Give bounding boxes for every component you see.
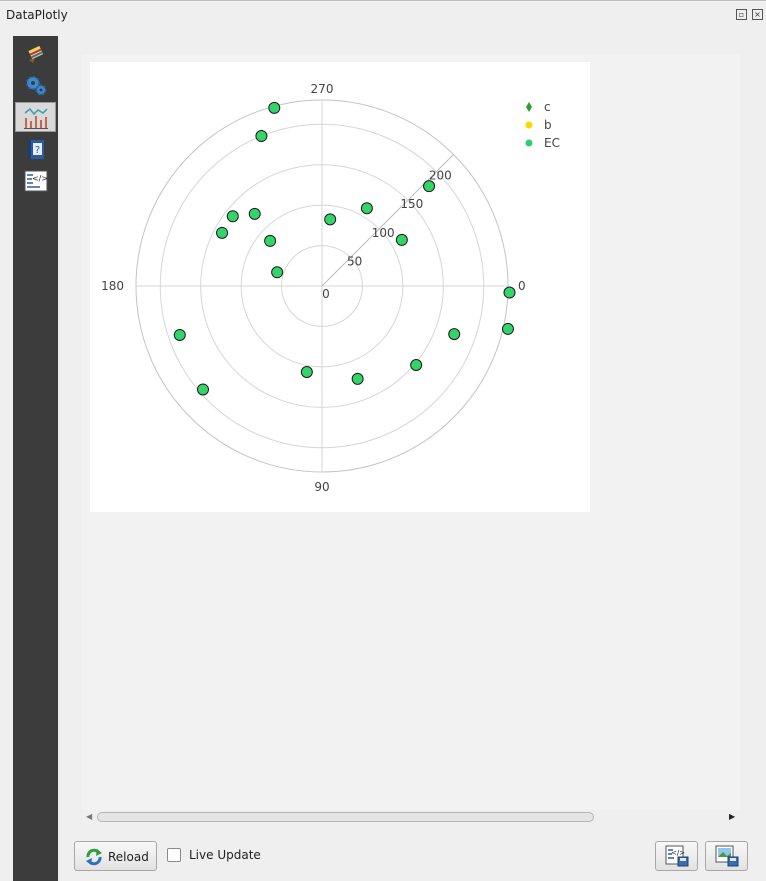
data-point <box>216 226 229 239</box>
sidebar-item-code[interactable]: </> <box>15 166 56 196</box>
polar-chart-svg: 0 270 180 90 0 50 100 150 200 cb EC <box>101 82 560 494</box>
paint-brush-icon <box>27 45 43 63</box>
gears-icon <box>25 76 46 96</box>
save-image-button[interactable] <box>705 841 748 871</box>
scrollbar-thumb[interactable] <box>97 812 594 822</box>
radial-tick-label: 150 <box>400 197 423 211</box>
code-icon: </> <box>24 170 48 192</box>
sidebar-item-properties[interactable] <box>15 38 56 68</box>
legend-label: EC <box>544 136 560 150</box>
data-point <box>264 234 277 247</box>
data-point <box>324 213 337 226</box>
data-point <box>351 372 364 385</box>
window-title: DataPlotly <box>6 8 68 22</box>
data-point <box>173 328 186 341</box>
radial-tick-label: 0 <box>322 287 330 301</box>
data-point <box>196 383 209 396</box>
reload-icon <box>86 848 102 866</box>
save-html-icon: </> <box>665 845 688 867</box>
data-point <box>395 233 408 246</box>
live-update-label[interactable]: Live Update <box>189 848 261 862</box>
help-book-icon: ? <box>27 140 44 159</box>
data-point <box>410 359 423 372</box>
legend-marker <box>526 102 532 112</box>
radial-tick-label: 50 <box>347 254 362 268</box>
title-bar: DataPlotly ▫ × <box>0 0 766 28</box>
save-image-icon <box>715 845 738 867</box>
close-icon[interactable]: × <box>752 9 763 20</box>
radial-tick-label: 100 <box>372 226 395 240</box>
angular-tick-label: 180 <box>101 279 124 293</box>
angular-tick-label: 270 <box>311 82 334 96</box>
reload-label: Reload <box>108 850 149 864</box>
svg-text:</>: </> <box>31 174 47 183</box>
scroll-left-icon[interactable]: ◀ <box>86 812 92 821</box>
data-point <box>503 286 516 299</box>
data-point <box>226 210 239 223</box>
svg-text:?: ? <box>34 145 39 156</box>
data-point <box>300 366 313 379</box>
legend-label: b <box>544 118 552 132</box>
data-point <box>360 202 373 215</box>
plot-icon <box>23 107 48 129</box>
legend-marker <box>525 121 533 129</box>
angular-tick-label: 0 <box>518 279 526 293</box>
legend-marker <box>525 139 533 147</box>
data-point <box>448 328 461 341</box>
sidebar: ? </> <box>13 36 58 881</box>
data-point <box>271 266 284 279</box>
horizontal-scrollbar[interactable]: ◀ ▶ <box>82 810 740 824</box>
save-html-button[interactable]: </> <box>655 841 698 871</box>
svg-text:</>: </> <box>670 849 684 857</box>
reload-button[interactable]: Reload <box>74 841 157 871</box>
legend-label: c <box>544 100 551 114</box>
scroll-right-icon[interactable]: ▶ <box>729 812 735 821</box>
radial-tick-label: 200 <box>429 169 452 183</box>
sidebar-item-plot[interactable] <box>15 102 56 132</box>
data-point <box>501 322 514 335</box>
data-point <box>248 207 261 220</box>
data-point <box>255 130 268 143</box>
live-update-checkbox[interactable] <box>167 848 181 862</box>
float-window-icon[interactable]: ▫ <box>736 9 747 20</box>
sidebar-item-help[interactable]: ? <box>15 134 56 164</box>
polar-scatter-plot: 0 270 180 90 0 50 100 150 200 c b EC <box>90 62 590 512</box>
data-point <box>268 101 281 114</box>
angular-tick-label: 90 <box>314 480 329 494</box>
data-point <box>423 180 436 193</box>
sidebar-item-settings[interactable] <box>15 70 56 100</box>
